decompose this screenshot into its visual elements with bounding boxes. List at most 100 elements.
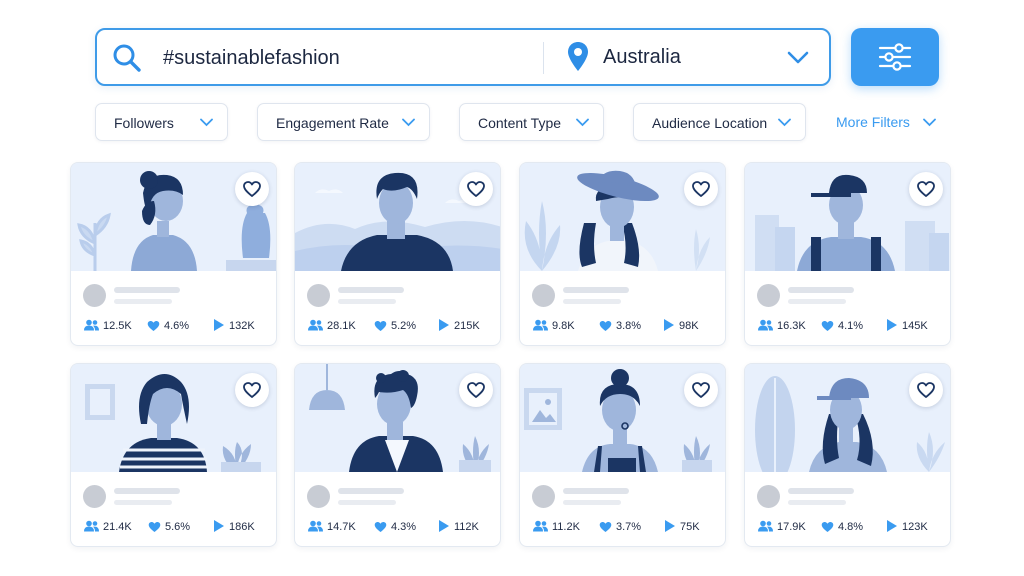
influencer-card[interactable]: 12.5K 4.6% 132K: [70, 162, 277, 346]
views-count: 186K: [229, 521, 255, 533]
favorite-button[interactable]: [235, 172, 269, 206]
avatar: [307, 485, 330, 508]
favorite-button[interactable]: [684, 373, 718, 407]
heart-outline-icon: [692, 181, 710, 197]
handle-placeholder: [114, 500, 172, 505]
handle-placeholder: [338, 500, 396, 505]
filter-followers[interactable]: Followers: [95, 103, 228, 141]
search-icon[interactable]: [111, 42, 143, 74]
influencer-photo: [71, 364, 276, 472]
followers-count: 9.8K: [552, 320, 575, 332]
favorite-button[interactable]: [684, 172, 718, 206]
engagement-rate: 4.1%: [838, 320, 864, 332]
engagement-rate: 4.8%: [838, 521, 864, 533]
play-icon: [664, 319, 674, 331]
followers-count: 12.5K: [103, 320, 132, 332]
filter-settings-button[interactable]: [851, 28, 939, 86]
engagement-rate: 4.3%: [391, 521, 417, 533]
map-pin-icon: [568, 42, 588, 71]
influencer-card[interactable]: 9.8K 3.8% 98K: [519, 162, 726, 346]
chevron-down-icon: [402, 118, 415, 127]
heart-outline-icon: [243, 181, 261, 197]
followers-count: 21.4K: [103, 521, 132, 533]
sliders-icon: [878, 43, 912, 71]
users-icon: [533, 520, 548, 532]
chevron-down-icon[interactable]: [787, 48, 809, 66]
followers-count: 17.9K: [777, 521, 806, 533]
heart-icon: [599, 521, 612, 533]
heart-outline-icon: [692, 382, 710, 398]
heart-outline-icon: [917, 181, 935, 197]
views-count: 98K: [679, 320, 699, 332]
chevron-down-icon[interactable]: [923, 118, 936, 127]
favorite-button[interactable]: [909, 373, 943, 407]
influencer-photo: [295, 163, 500, 271]
avatar: [757, 284, 780, 307]
avatar: [532, 485, 555, 508]
avatar: [757, 485, 780, 508]
influencer-card[interactable]: 17.9K 4.8% 123K: [744, 363, 951, 547]
influencer-card[interactable]: 16.3K 4.1% 145K: [744, 162, 951, 346]
influencer-photo: [520, 364, 725, 472]
play-icon: [214, 520, 224, 532]
name-placeholder: [338, 287, 404, 293]
search-input[interactable]: [163, 42, 533, 74]
followers-count: 28.1K: [327, 320, 356, 332]
engagement-rate: 5.6%: [165, 521, 191, 533]
play-icon: [665, 520, 675, 532]
engagement-rate: 3.7%: [616, 521, 642, 533]
views-count: 215K: [454, 320, 480, 332]
chevron-down-icon: [778, 118, 791, 127]
search-divider: [543, 42, 544, 74]
views-count: 145K: [902, 320, 928, 332]
handle-placeholder: [788, 500, 846, 505]
influencer-card[interactable]: 28.1K 5.2% 215K: [294, 162, 501, 346]
heart-icon: [148, 521, 161, 533]
favorite-button[interactable]: [459, 373, 493, 407]
more-filters-link[interactable]: More Filters: [836, 114, 910, 130]
filter-engagement-rate[interactable]: Engagement Rate: [257, 103, 430, 141]
play-icon: [887, 319, 897, 331]
users-icon: [84, 520, 99, 532]
heart-outline-icon: [467, 382, 485, 398]
avatar: [307, 284, 330, 307]
influencer-card[interactable]: 21.4K 5.6% 186K: [70, 363, 277, 547]
avatar: [83, 284, 106, 307]
heart-outline-icon: [467, 181, 485, 197]
influencer-card[interactable]: 11.2K 3.7% 75K: [519, 363, 726, 547]
location-select-value[interactable]: Australia: [603, 46, 681, 69]
name-placeholder: [563, 287, 629, 293]
heart-icon: [599, 320, 612, 332]
play-icon: [214, 319, 224, 331]
name-placeholder: [114, 488, 180, 494]
handle-placeholder: [563, 500, 621, 505]
favorite-button[interactable]: [909, 172, 943, 206]
influencer-photo: [745, 163, 950, 271]
favorite-button[interactable]: [235, 373, 269, 407]
heart-icon: [374, 320, 387, 332]
name-placeholder: [788, 488, 854, 494]
users-icon: [758, 520, 773, 532]
chevron-down-icon: [576, 118, 589, 127]
users-icon: [308, 319, 323, 331]
users-icon: [758, 319, 773, 331]
filter-audience-location[interactable]: Audience Location: [633, 103, 806, 141]
filter-content-type[interactable]: Content Type: [459, 103, 604, 141]
users-icon: [533, 319, 548, 331]
engagement-rate: 4.6%: [164, 320, 190, 332]
engagement-rate: 3.8%: [616, 320, 642, 332]
name-placeholder: [338, 488, 404, 494]
chevron-down-icon: [200, 118, 213, 127]
play-icon: [439, 520, 449, 532]
avatar: [532, 284, 555, 307]
name-placeholder: [563, 488, 629, 494]
play-icon: [439, 319, 449, 331]
influencer-photo: [295, 364, 500, 472]
favorite-button[interactable]: [459, 172, 493, 206]
heart-outline-icon: [243, 382, 261, 398]
users-icon: [84, 319, 99, 331]
followers-count: 16.3K: [777, 320, 806, 332]
views-count: 75K: [680, 521, 700, 533]
influencer-card[interactable]: 14.7K 4.3% 112K: [294, 363, 501, 547]
views-count: 132K: [229, 320, 255, 332]
